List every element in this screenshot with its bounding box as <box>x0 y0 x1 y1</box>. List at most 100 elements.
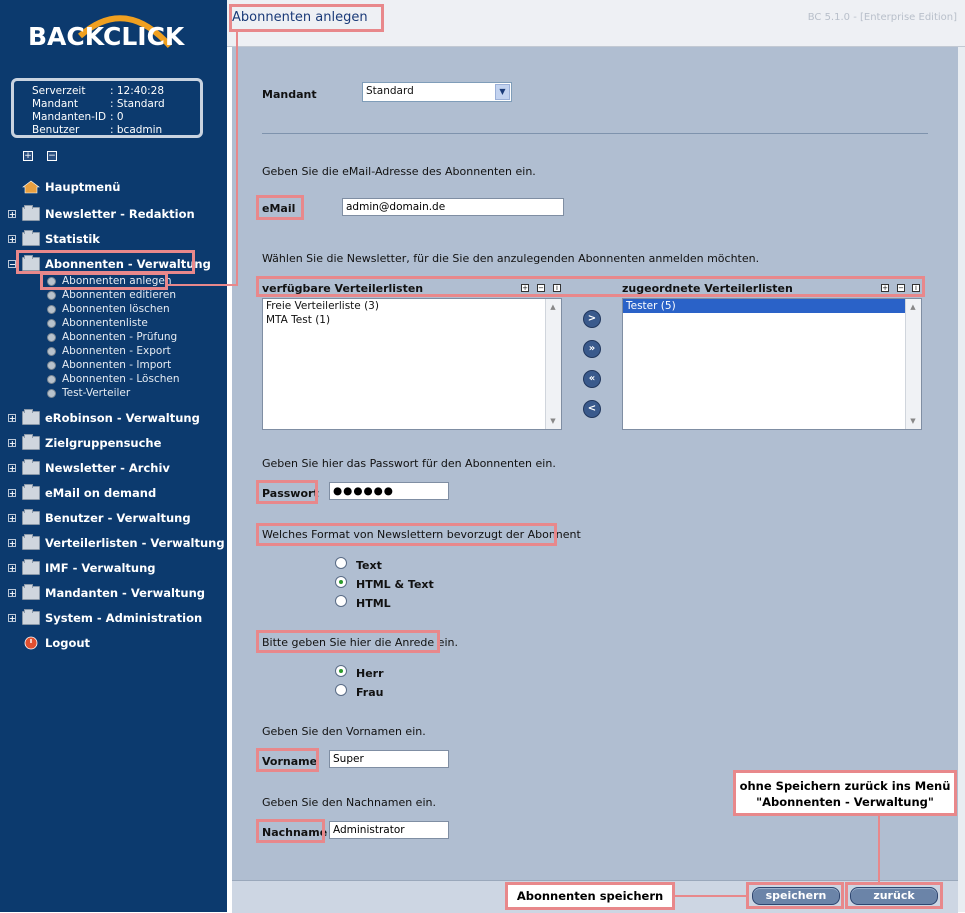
nav-benutzer[interactable]: + Benutzer - Verwaltung <box>0 505 227 530</box>
connector-title-to-nav <box>236 32 238 286</box>
nav-system[interactable]: + System - Administration <box>0 605 227 630</box>
move-all-left-button[interactable]: « <box>583 370 601 388</box>
highlight-lastname-label <box>256 819 325 843</box>
scrollbar[interactable]: ▲ ▼ <box>905 299 921 429</box>
bullet-icon <box>47 389 56 398</box>
move-left-button[interactable]: < <box>583 400 601 418</box>
assigned-lists-box[interactable]: Tester (5) ▲ ▼ <box>622 298 922 430</box>
mandant-select[interactable]: Standard ▼ <box>362 82 512 102</box>
bullet-icon <box>47 361 56 370</box>
expand-all-icon[interactable]: + <box>23 151 33 161</box>
expand-icon[interactable]: + <box>8 438 16 447</box>
separator <box>262 133 928 134</box>
expand-icon[interactable]: + <box>8 538 16 547</box>
list-item[interactable]: MTA Test (1) <box>263 313 561 327</box>
folder-icon <box>22 204 40 221</box>
expand-icon[interactable]: + <box>8 413 16 422</box>
submenu-item[interactable]: Abonnenten - Import <box>0 359 227 373</box>
mandant-value: : Standard <box>110 98 165 110</box>
folder-icon <box>22 583 40 600</box>
scroll-up-icon[interactable]: ▲ <box>907 301 919 313</box>
submenu-abonnenten: Abonnenten anlegen Abonnenten editieren … <box>0 275 227 401</box>
newsletter-hint: Wählen Sie die Newsletter, für die Sie d… <box>262 252 760 265</box>
nav-statistik[interactable]: + Statistik <box>0 226 227 251</box>
password-input[interactable]: ●●●●●● <box>329 482 449 500</box>
move-right-button[interactable]: > <box>583 310 601 328</box>
available-lists-box[interactable]: Freie Verteilerliste (3) MTA Test (1) ▲ … <box>262 298 562 430</box>
info-icon[interactable]: i <box>912 284 920 292</box>
scrollbar[interactable]: ▲ ▼ <box>545 299 561 429</box>
highlight-back-button <box>845 882 943 909</box>
nav-zielgruppensuche[interactable]: + Zielgruppensuche <box>0 430 227 455</box>
expand-icon[interactable]: + <box>8 513 16 522</box>
submenu-item[interactable]: Abonnenten editieren <box>0 289 227 303</box>
list-item[interactable]: Freie Verteilerliste (3) <box>263 299 561 313</box>
collapse-icon[interactable]: − <box>897 284 905 292</box>
user-value: : bcadmin <box>110 124 163 136</box>
expand-icon[interactable]: + <box>8 209 16 218</box>
firstname-input[interactable]: Super <box>329 750 449 768</box>
nav-mandanten[interactable]: + Mandanten - Verwaltung <box>0 580 227 605</box>
folder-icon <box>22 558 40 575</box>
chevron-down-icon: ▼ <box>495 84 510 100</box>
format-radio-html-text[interactable] <box>335 576 347 588</box>
version-label: BC 5.1.0 - [Enterprise Edition] <box>807 12 957 23</box>
bullet-icon <box>47 347 56 356</box>
format-option-html: HTML <box>356 597 391 610</box>
callout-save: Abonnenten speichern <box>505 882 675 910</box>
list-item[interactable]: Tester (5) <box>623 299 905 313</box>
expand-icon[interactable]: + <box>8 463 16 472</box>
bullet-icon <box>47 333 56 342</box>
format-radio-html[interactable] <box>335 595 347 607</box>
submenu-item[interactable]: Abonnenten - Export <box>0 345 227 359</box>
submenu-item[interactable]: Abonnenten löschen <box>0 303 227 317</box>
submenu-item[interactable]: Abonnentenliste <box>0 317 227 331</box>
folder-icon <box>22 508 40 525</box>
format-radio-text[interactable] <box>335 557 347 569</box>
submenu-item[interactable]: Abonnenten - Löschen <box>0 373 227 387</box>
folder-icon <box>22 458 40 475</box>
expand-icon[interactable]: + <box>8 563 16 572</box>
session-info: Serverzeit: 12:40:28 Mandant: Standard M… <box>11 78 203 138</box>
email-hint: Geben Sie die eMail-Adresse des Abonnent… <box>262 165 536 178</box>
folder-icon <box>22 433 40 450</box>
nav-newsletter-redaktion[interactable]: + Newsletter - Redaktion <box>0 201 227 226</box>
collapse-icon[interactable]: − <box>537 284 545 292</box>
nav-newsletter-archiv[interactable]: + Newsletter - Archiv <box>0 455 227 480</box>
salutation-radio-frau[interactable] <box>335 684 347 696</box>
submenu-item[interactable]: Abonnenten - Prüfung <box>0 331 227 345</box>
expand-icon[interactable]: + <box>8 488 16 497</box>
collapse-icon[interactable]: − <box>8 259 16 268</box>
expand-icon[interactable]: + <box>8 613 16 622</box>
bullet-icon <box>47 305 56 314</box>
expand-icon[interactable]: + <box>881 284 889 292</box>
scroll-down-icon[interactable]: ▼ <box>547 415 559 427</box>
nav-email-on-demand[interactable]: + eMail on demand <box>0 480 227 505</box>
salutation-radio-herr[interactable] <box>335 665 347 677</box>
mandant-id-value: : 0 <box>110 111 124 123</box>
scroll-down-icon[interactable]: ▼ <box>907 415 919 427</box>
nav-logout[interactable]: Logout <box>0 630 227 655</box>
info-icon[interactable]: i <box>553 284 561 292</box>
folder-icon <box>22 483 40 500</box>
move-all-right-button[interactable]: » <box>583 340 601 358</box>
highlight-save-button <box>746 882 844 909</box>
nav-erobinson[interactable]: + eRobinson - Verwaltung <box>0 405 227 430</box>
nav-home[interactable]: Hauptmenü <box>0 174 227 199</box>
scroll-up-icon[interactable]: ▲ <box>547 301 559 313</box>
lastname-hint: Geben Sie den Nachnamen ein. <box>262 796 436 809</box>
expand-icon[interactable]: + <box>8 234 16 243</box>
nav-imf[interactable]: + IMF - Verwaltung <box>0 555 227 580</box>
expand-icon[interactable]: + <box>8 588 16 597</box>
submenu-item[interactable]: Test-Verteiler <box>0 387 227 401</box>
expand-icon[interactable]: + <box>521 284 529 292</box>
lastname-input[interactable]: Administrator <box>329 821 449 839</box>
main-nav-lower: + eRobinson - Verwaltung + Zielgruppensuch… <box>0 405 227 655</box>
format-option-text: Text <box>356 559 382 572</box>
salutation-option-frau: Frau <box>356 686 384 699</box>
folder-icon <box>22 408 40 425</box>
email-input[interactable]: admin@domain.de <box>342 198 564 216</box>
nav-verteilerlisten[interactable]: + Verteilerlisten - Verwaltung <box>0 530 227 555</box>
collapse-all-icon[interactable]: − <box>47 151 57 161</box>
power-icon <box>24 636 38 649</box>
